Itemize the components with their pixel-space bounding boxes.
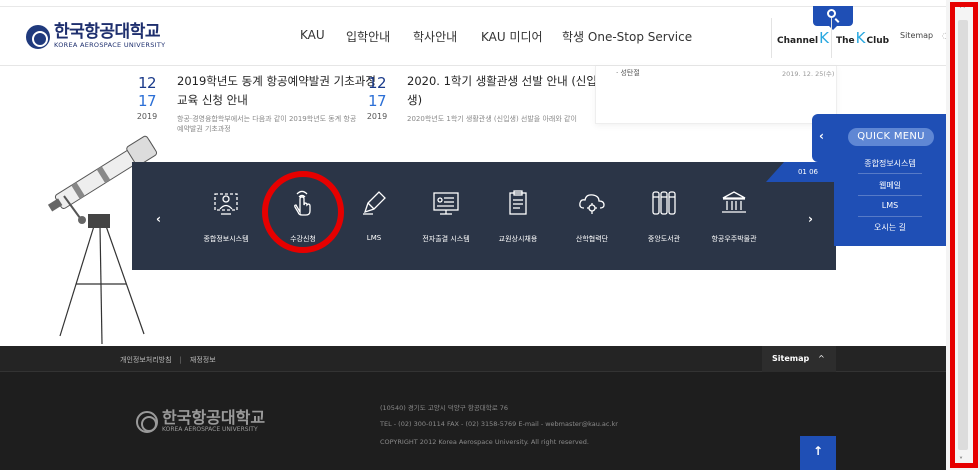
notice-month-day: 12 17	[357, 74, 397, 110]
university-logo[interactable]: 한국항공대학교 KOREA AEROSPACE UNIVERSITY	[26, 24, 165, 49]
notice-date: 12 17 2019	[357, 74, 397, 121]
arrow-up-icon: ↑	[813, 444, 824, 458]
quick-link-attendance-system[interactable]: 전자출결 시스템	[410, 188, 482, 244]
search-button[interactable]	[813, 6, 853, 30]
highlight-circle-annotation	[262, 171, 344, 253]
footer-links: 개인정보처리방침 | 재정정보	[120, 355, 216, 365]
footer-sitemap-button[interactable]: Sitemap ^	[762, 346, 836, 372]
books-icon	[652, 191, 676, 215]
quick-service-carousel: 01 06 ‹ › 종합정보시스템 수강신청 LMS 전자출결 시스템 교원상시…	[132, 162, 836, 270]
notice-month: 12	[367, 74, 387, 92]
notice-day: 17	[367, 92, 387, 110]
quick-menu-item-webmail[interactable]: 웹메일	[834, 180, 946, 191]
chevron-up-icon: ^	[818, 354, 825, 363]
quick-link-label: 교원상시채용	[498, 235, 538, 243]
quick-menu-divider	[858, 195, 922, 196]
quick-link-integrated-info[interactable]: 종합정보시스템	[190, 188, 262, 244]
nav-item-academics[interactable]: 학사안내	[413, 28, 457, 45]
museum-icon	[722, 191, 746, 213]
nav-item-one-stop-service[interactable]: 학생 One-Stop Service	[562, 28, 692, 45]
site-header: 한국항공대학교 KOREA AEROSPACE UNIVERSITY KAU 입…	[0, 0, 949, 66]
footer-logo-english: KOREA AEROSPACE UNIVERSITY	[162, 426, 258, 433]
quick-link-lms[interactable]: LMS	[338, 188, 410, 242]
footer-address: (10540) 경기도 고양시 덕양구 항공대학로 76	[380, 404, 509, 412]
footer-link-separator: |	[179, 356, 182, 364]
footer-emblem-icon	[136, 410, 158, 433]
privacy-policy-link[interactable]: 개인정보처리방침	[120, 356, 172, 364]
header-sitemap-link[interactable]: Sitemap	[900, 31, 933, 40]
carousel-next-button[interactable]: ›	[808, 212, 813, 226]
chevron-left-icon: ‹	[819, 129, 824, 143]
quick-link-label: LMS	[366, 234, 382, 242]
notice-title[interactable]: 2020. 1학기 생활관생 선발 안내 (신입생)	[407, 72, 607, 110]
cloud-gear-icon	[579, 194, 605, 214]
nav-item-kau-media[interactable]: KAU 미디어	[481, 28, 543, 45]
quick-link-aerospace-museum[interactable]: 항공우주박물관	[698, 188, 770, 244]
logo-text: 한국항공대학교 KOREA AEROSPACE UNIVERSITY	[54, 22, 166, 50]
quick-menu-title: QUICK MENU	[848, 128, 934, 146]
quick-link-central-library[interactable]: 중앙도서관	[628, 188, 700, 244]
notice-description: 항공·경영융합학부에서는 다음과 같이 2019학년도 동계 항공예약발권 기초…	[177, 115, 357, 133]
footer-logo: 한국항공대학교 KOREA AEROSPACE UNIVERSITY	[136, 410, 265, 433]
pen-icon	[363, 191, 386, 215]
notice-title[interactable]: 2019학년도 동계 항공예약발권 기초과정 교육 신청 안내	[177, 72, 377, 110]
quick-link-label: 중앙도서관	[647, 235, 681, 243]
nav-item-kau[interactable]: KAU	[300, 28, 325, 42]
notice-month-day: 12 17	[127, 74, 167, 110]
quick-link-label: 전자출결 시스템	[422, 235, 470, 243]
quick-link-label: 산학협력단	[575, 235, 609, 243]
the-k-club-link[interactable]: TheKClub	[836, 29, 889, 47]
quick-menu-item-lms[interactable]: LMS	[834, 201, 946, 210]
notice-month: 12	[137, 74, 157, 92]
search-icon	[827, 9, 836, 18]
schedule-item[interactable]: · 성탄절	[616, 68, 640, 78]
quick-menu-item-integrated-info[interactable]: 종합정보시스템	[834, 158, 946, 169]
person-screen-icon	[214, 193, 238, 215]
quick-link-industry-academic[interactable]: 산학협력단	[556, 188, 628, 244]
schedule-date: 2019. 12. 25(수)	[782, 70, 835, 78]
quick-menu-toggle-button[interactable]: ‹	[812, 114, 834, 162]
highlight-rectangle-annotation	[950, 2, 978, 468]
footer-contact: TEL - (02) 300-0114 FAX - (02) 3158-5769…	[380, 420, 618, 428]
footer-logo-korean: 한국항공대학교	[162, 408, 266, 427]
the-k-club-pre: The	[836, 36, 855, 46]
quick-link-label: 항공우주박물관	[711, 235, 757, 243]
notice-description: 2020학년도 1학기 생활관생 (신입생) 선발을 아래와 같이	[407, 115, 577, 123]
footer-link-bar: 개인정보처리방침 | 재정정보 Sitemap ^	[0, 346, 946, 372]
channel-k-letter: K	[819, 29, 829, 47]
footer-sitemap-label: Sitemap	[772, 354, 810, 363]
logo-korean-name: 한국항공대학교	[54, 22, 160, 42]
logo-english-name: KOREA AEROSPACE UNIVERSITY	[54, 41, 166, 49]
attendance-board-icon	[433, 192, 459, 215]
carousel-prev-button[interactable]: ‹	[156, 212, 161, 226]
the-k-club-letter: K	[855, 29, 866, 47]
channel-k-link[interactable]: ChannelK	[777, 29, 830, 47]
clipboard-icon	[509, 190, 527, 215]
footer-copyright: COPYRIGHT 2012 Korea Aerospace Universit…	[380, 438, 589, 446]
financial-info-link[interactable]: 재정정보	[190, 356, 216, 364]
quick-menu-divider	[858, 173, 922, 174]
the-k-club-post: Club	[866, 36, 890, 46]
quick-menu-item-directions[interactable]: 오시는 길	[834, 222, 946, 233]
scroll-to-top-button[interactable]: ↑	[800, 436, 836, 470]
quick-menu-panel: QUICK MENU 종합정보시스템 웹메일 LMS 오시는 길	[834, 114, 946, 246]
header-top-line	[0, 6, 946, 7]
notice-year: 2019	[366, 112, 388, 121]
quick-link-faculty-recruitment[interactable]: 교원상시채용	[482, 188, 554, 244]
header-divider	[831, 18, 832, 58]
channel-k-pre: Channel	[777, 36, 819, 46]
schedule-box: · 성탄절 2019. 12. 25(수)	[595, 66, 837, 124]
quick-menu-divider	[858, 216, 922, 217]
nav-item-admissions[interactable]: 입학안내	[346, 28, 390, 45]
header-divider	[771, 18, 772, 58]
university-emblem-icon	[26, 24, 50, 49]
quick-link-label: 종합정보시스템	[203, 235, 249, 243]
carousel-page-indicator: 01 06	[797, 168, 818, 176]
